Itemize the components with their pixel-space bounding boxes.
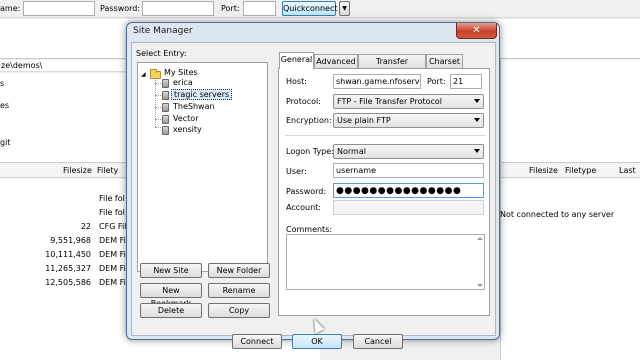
host-field[interactable]: shwan.game.nfoservers. xyxy=(333,74,421,89)
tab-transfer-settings[interactable]: Transfer Settings xyxy=(358,54,426,79)
file-size: 10,111,450 xyxy=(45,250,91,259)
comments-textarea[interactable] xyxy=(286,234,485,290)
file-type: DEM Fi xyxy=(99,250,126,259)
new-folder-button[interactable]: New Folder xyxy=(208,263,270,278)
tree-connector xyxy=(155,83,161,84)
server-icon xyxy=(162,103,169,112)
protocol-value: FTP - File Transfer Protocol xyxy=(337,97,443,106)
site-item-tragic-servers[interactable]: tragic servers xyxy=(171,89,233,100)
tree-root-my-sites[interactable]: My Sites xyxy=(164,68,198,77)
password-label: Password: xyxy=(286,187,327,196)
copy-button[interactable]: Copy xyxy=(208,303,270,318)
file-type: DEM Fi xyxy=(99,278,126,287)
new-site-button[interactable]: New Site xyxy=(140,263,202,278)
host-label: Host: xyxy=(286,77,307,86)
port-label: Port: xyxy=(221,4,240,13)
site-item-theshwan[interactable]: TheShwan xyxy=(173,102,215,111)
collapse-icon[interactable]: ◢ xyxy=(141,71,146,78)
tree-connector xyxy=(155,107,161,108)
tab-advanced[interactable]: Advanced xyxy=(314,54,358,68)
tab-charset[interactable]: Charset xyxy=(426,54,463,68)
file-type: File fol xyxy=(99,208,125,217)
site-item-vector[interactable]: Vector xyxy=(173,114,199,123)
file-type: CFG Fil xyxy=(99,222,127,231)
ok-button[interactable]: OK xyxy=(292,334,342,349)
tree-connector xyxy=(155,95,161,96)
password-field[interactable]: ●●●●●●●●●●●●●●● xyxy=(333,183,484,198)
logon-type-select[interactable]: Normal xyxy=(333,144,484,159)
server-icon xyxy=(162,115,169,124)
dialog-title: Site Manager xyxy=(133,26,193,36)
remote-directory-tree xyxy=(500,60,640,163)
port-field[interactable]: 21 xyxy=(450,74,482,89)
quickconnect-button[interactable]: Quickconnect xyxy=(282,1,338,16)
site-item-xensity[interactable]: xensity xyxy=(173,125,202,134)
filesize-column-header[interactable]: Filesize xyxy=(63,164,92,178)
server-icon xyxy=(162,91,169,100)
password-label: Password: xyxy=(100,4,141,13)
rename-button[interactable]: Rename xyxy=(208,283,270,298)
general-tab-panel: Host: shwan.game.nfoservers. Port: 21 Pr… xyxy=(278,68,490,316)
user-label: User: xyxy=(286,167,307,176)
port-input[interactable] xyxy=(243,1,276,16)
remote-status-text: Not connected to any server xyxy=(500,210,615,219)
scroll-down-icon[interactable] xyxy=(477,284,483,287)
account-field[interactable] xyxy=(333,200,484,215)
close-button[interactable]: ✕ xyxy=(456,23,497,39)
port-label: Port: xyxy=(427,77,446,86)
server-icon xyxy=(162,79,169,88)
quickconnect-dropdown[interactable]: ▼ xyxy=(339,1,350,16)
file-size: 9,551,968 xyxy=(50,236,91,245)
connect-button[interactable]: Connect xyxy=(232,334,282,349)
tree-fragment[interactable]: git xyxy=(0,138,10,147)
chevron-down-icon xyxy=(474,99,480,103)
account-label: Account: xyxy=(286,203,321,212)
delete-button[interactable]: Delete xyxy=(140,303,202,318)
site-item-erica[interactable]: erica xyxy=(173,78,193,87)
file-size: 12,505,586 xyxy=(45,278,91,287)
new-bookmark-button[interactable]: New Bookmark xyxy=(140,283,202,308)
filetype-column-header[interactable]: Filetype xyxy=(565,164,596,178)
select-entry-label: Select Entry: xyxy=(136,49,187,58)
tab-general[interactable]: General xyxy=(279,52,314,69)
tree-fragment[interactable]: es xyxy=(0,101,9,110)
tree-fragment[interactable]: s xyxy=(0,79,4,88)
cancel-button[interactable]: Cancel xyxy=(353,334,403,349)
filetype-column-header[interactable]: Filety xyxy=(97,164,118,178)
file-type: File fol xyxy=(99,194,125,203)
file-size: 11,265,327 xyxy=(45,264,91,273)
logon-type-value: Normal xyxy=(337,147,366,156)
server-icon xyxy=(162,126,169,135)
site-tree[interactable]: ◢ My Sites erica tragic servers TheShwan… xyxy=(137,62,268,272)
dialog-body: Select Entry: ◢ My Sites erica tragic se… xyxy=(131,42,496,349)
host-input[interactable] xyxy=(23,1,95,16)
encryption-value: Use plain FTP xyxy=(337,116,391,125)
tree-connector xyxy=(155,127,161,128)
logon-type-label: Logon Type: xyxy=(286,147,334,156)
encryption-select[interactable]: Use plain FTP xyxy=(333,113,484,128)
password-input[interactable] xyxy=(142,1,214,16)
file-size: 22 xyxy=(80,222,91,231)
comments-label: Comments: xyxy=(286,225,333,234)
remote-file-header: Filesize Filetype Last m xyxy=(500,164,640,189)
password-dots: ●●●●●●●●●●●●●●● xyxy=(336,186,462,196)
file-type: DEM Fi xyxy=(99,236,126,245)
protocol-label: Protocol: xyxy=(286,97,321,106)
site-manager-dialog: Site Manager ✕ Select Entry: ◢ My Sites … xyxy=(126,22,500,349)
chevron-down-icon xyxy=(474,149,480,153)
folder-icon xyxy=(150,69,161,79)
user-field[interactable]: username xyxy=(333,163,484,178)
divider xyxy=(285,135,485,136)
remote-file-list xyxy=(500,179,640,360)
tree-connector xyxy=(155,119,161,120)
file-type: DEM Fi xyxy=(99,264,126,273)
filesize-column-header[interactable]: Filesize xyxy=(529,164,558,178)
quickconnect-bar: ame: Password: Port: Quickconnect ▼ xyxy=(0,0,640,18)
encryption-label: Encryption: xyxy=(286,116,332,125)
host-label: ame: xyxy=(0,4,21,13)
scroll-up-icon[interactable] xyxy=(477,237,483,240)
protocol-select[interactable]: FTP - File Transfer Protocol xyxy=(333,94,484,109)
chevron-down-icon xyxy=(474,118,480,122)
